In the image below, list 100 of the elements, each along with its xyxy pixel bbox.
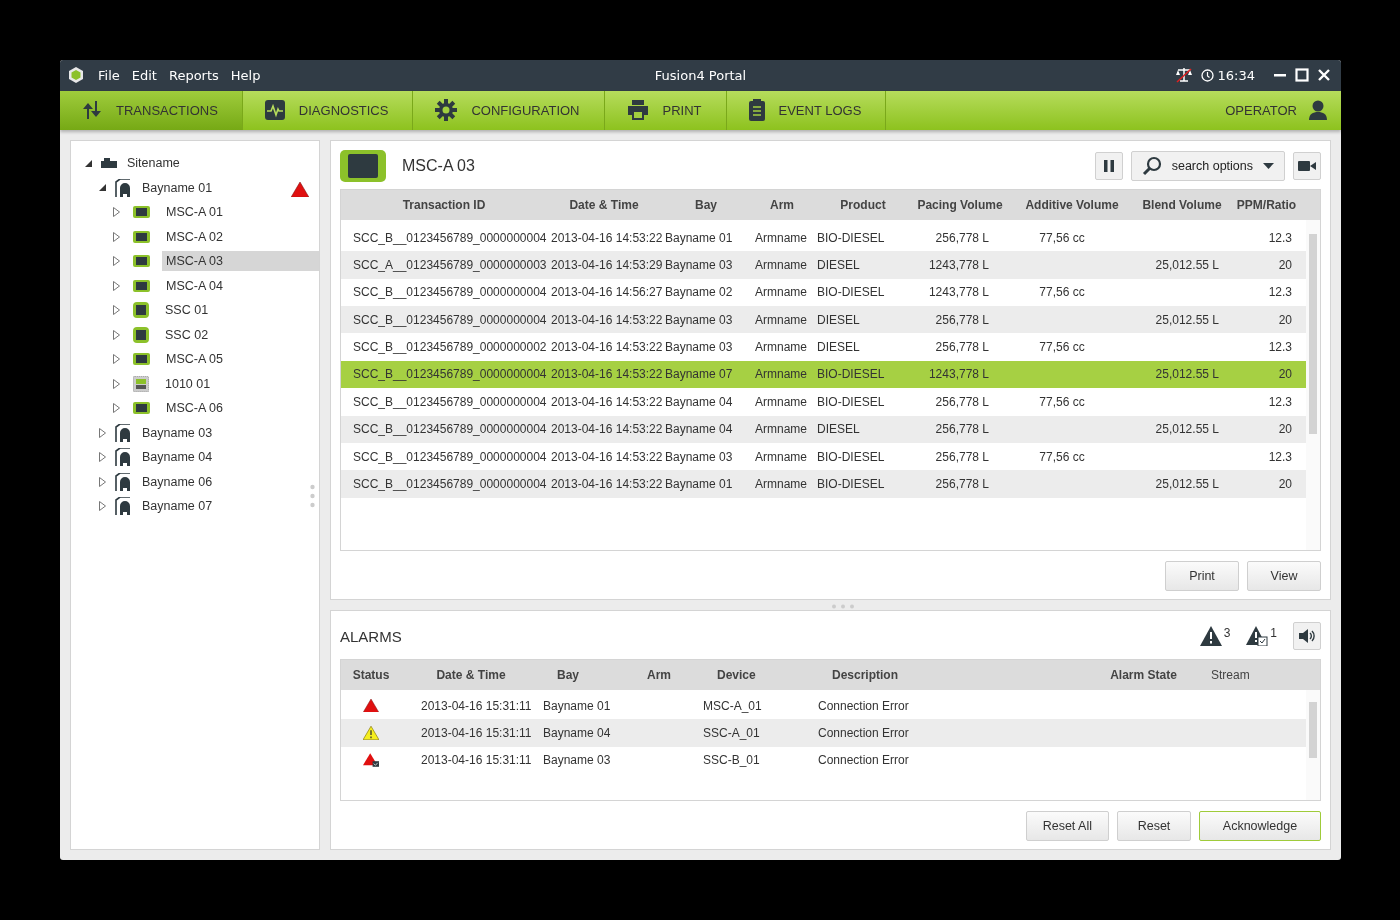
column-header[interactable]: Bay (541, 668, 641, 682)
expand-arrow-icon[interactable] (112, 329, 120, 340)
table-row[interactable]: SCC_B__0123456789_0000000004 2013-04-16 14:53:22 Bayname 03 Armname BIO-DIESEL 256,778 L 77,56 cc 12.3 (341, 442, 1306, 471)
table-row[interactable]: SCC_B__0123456789_0000000004 2013-04-16 14:53:22 Bayname 04 Armname BIO-DIESEL 256,778 L 77,56 cc 12.3 (341, 388, 1306, 416)
resize-grip-icon[interactable] (830, 604, 855, 609)
scrollbar[interactable] (1306, 690, 1320, 800)
tree-item[interactable]: Bayname 04 (138, 447, 217, 468)
alarm-count-icon (1199, 626, 1222, 646)
toolbar-tab[interactable]: DIAGNOSTICS (242, 90, 414, 130)
maximize-button[interactable] (1295, 68, 1309, 83)
toolbar-tab[interactable]: EVENT LOGS (726, 90, 887, 130)
tree-item[interactable]: MSC-A 04 (162, 275, 227, 296)
scrollbar[interactable] (1306, 219, 1320, 550)
column-header[interactable]: PPM/Ratio (1227, 197, 1306, 212)
column-header[interactable]: Date & Time (401, 668, 541, 682)
tree-item[interactable]: Sitename (123, 153, 184, 174)
collapse-arrow-icon[interactable] (84, 159, 92, 167)
action-button[interactable]: Acknowledge (1199, 811, 1321, 841)
tree-item[interactable]: MSC-A 05 (162, 349, 227, 370)
column-header[interactable]: Arm (751, 197, 813, 212)
column-header[interactable]: Description (816, 668, 1086, 682)
bay-icon (115, 423, 132, 442)
expand-arrow-icon[interactable] (112, 280, 120, 291)
table-row[interactable]: SCC_B__0123456789_0000000004 2013-04-16 14:53:22 Bayname 07 Armname BIO-DIESEL 1243,778 L 25,012.55 L 20 (341, 360, 1306, 389)
camera-button[interactable] (1293, 151, 1321, 180)
expand-arrow-icon[interactable] (112, 378, 120, 389)
table-cell-text: SCC_B__0123456789_0000000004 (352, 477, 547, 492)
column-header[interactable]: Additive Volume (1007, 197, 1137, 212)
tree-item[interactable]: Bayname 03 (138, 422, 217, 443)
action-button[interactable]: Print (1165, 561, 1239, 591)
sound-button[interactable] (1293, 622, 1321, 650)
column-header[interactable]: Product (813, 197, 913, 212)
tree-item[interactable]: MSC-A 06 (162, 398, 227, 419)
expand-arrow-icon[interactable] (98, 452, 106, 463)
tree-item[interactable]: SSC 02 (161, 324, 213, 345)
toolbar-tab[interactable]: PRINT (604, 90, 727, 130)
table-cell-text: DIESEL (816, 340, 861, 355)
tree-item[interactable]: Bayname 06 (138, 471, 217, 492)
tree-item[interactable]: SSC 01 (161, 300, 213, 321)
table-row[interactable]: SCC_A__0123456789_0000000003 2013-04-16 14:53:29 Bayname 03 Armname DIESEL 1243,778 L 25,012.55 L 20 (341, 251, 1306, 279)
expand-arrow-icon[interactable] (112, 256, 120, 267)
table-cell-text: BIO-DIESEL (816, 394, 886, 409)
pause-button[interactable] (1094, 151, 1123, 180)
expand-arrow-icon[interactable] (98, 427, 106, 438)
table-cell-text: 2013-04-16 15:31:11 (420, 753, 533, 768)
tree-item[interactable]: Bayname 07 (138, 496, 217, 517)
action-button[interactable]: Reset (1117, 811, 1191, 841)
menu-item[interactable]: Edit (125, 67, 163, 83)
tree-item[interactable]: 1010 01 (161, 373, 215, 394)
toolbar-tab[interactable]: CONFIGURATION (413, 90, 605, 130)
column-header[interactable]: Blend Volume (1137, 197, 1227, 212)
table-cell-text: 25,012.55 L (1154, 422, 1220, 437)
user-icon[interactable] (1309, 100, 1327, 121)
table-row[interactable]: SCC_B__0123456789_0000000004 2013-04-16 14:53:22 Bayname 01 Armname BIO-DIESEL 256,778 L 77,56 cc 12.3 (341, 223, 1306, 252)
table-cell-text: Connection Error (817, 726, 910, 741)
search-icon (1141, 155, 1162, 176)
expand-arrow-icon[interactable] (112, 231, 120, 242)
table-cell-text: SCC_B__0123456789_0000000004 (352, 230, 547, 245)
column-header[interactable]: Pacing Volume (913, 197, 1007, 212)
column-header[interactable]: Device (701, 668, 816, 682)
menu-item[interactable]: Help (224, 67, 267, 83)
expand-arrow-icon[interactable] (98, 501, 106, 512)
table-cell-text: 12.3 (1267, 285, 1293, 300)
table-cell-text: 20 (1277, 257, 1293, 272)
action-button[interactable]: View (1247, 561, 1321, 591)
tree-item[interactable]: MSC-A 01 (162, 202, 227, 223)
table-cell-text: Bayname 03 (542, 753, 612, 768)
tree-item[interactable]: MSC-A 03 (162, 251, 319, 272)
expand-arrow-icon[interactable] (112, 207, 120, 218)
close-button[interactable] (1317, 68, 1331, 83)
column-header[interactable]: Status (341, 668, 401, 682)
controller-icon (133, 302, 149, 319)
table-cell-text: Bayname 01 (664, 230, 734, 245)
column-header[interactable]: Alarm State (1086, 668, 1201, 682)
resize-grip-icon[interactable] (310, 484, 315, 508)
collapse-arrow-icon[interactable] (98, 184, 106, 192)
column-header[interactable]: Date & Time (547, 197, 661, 212)
expand-arrow-icon[interactable] (112, 305, 120, 316)
table-row[interactable]: SCC_B__0123456789_0000000004 2013-04-16 14:56:27 Bayname 02 Armname BIO-DIESEL 1243,778 L 77,56 cc 12.3 (341, 278, 1306, 306)
expand-arrow-icon[interactable] (98, 476, 106, 487)
menu-item[interactable]: Reports (162, 67, 225, 83)
column-header[interactable]: Stream (1201, 668, 1306, 682)
table-row[interactable]: SCC_B__0123456789_0000000002 2013-04-16 14:53:22 Bayname 03 Armname DIESEL 256,778 L 77,56 cc 12.3 (341, 333, 1306, 361)
table-row[interactable]: SCC_B__0123456789_0000000004 2013-04-16 14:53:22 Bayname 04 Armname DIESEL 256,778 L 25,012.55 L 20 (341, 415, 1306, 443)
search-options-button[interactable]: search options (1130, 150, 1285, 181)
toolbar-tab[interactable]: TRANSACTIONS (60, 90, 243, 130)
expand-arrow-icon[interactable] (112, 354, 120, 365)
table-cell-text: 25,012.55 L (1154, 312, 1220, 327)
table-cell-text: 12.3 (1267, 230, 1293, 245)
action-button[interactable]: Reset All (1025, 811, 1109, 841)
expand-arrow-icon[interactable] (112, 403, 120, 414)
table-row[interactable]: SCC_B__0123456789_0000000004 2013-04-16 14:53:22 Bayname 01 Armname BIO-DIESEL 256,778 L 25,012.55 L 20 (341, 470, 1306, 498)
tree-item[interactable]: MSC-A 02 (162, 226, 227, 247)
table-row[interactable]: SCC_B__0123456789_0000000004 2013-04-16 14:53:22 Bayname 03 Armname DIESEL 256,778 L 25,012.55 L 20 (341, 306, 1306, 334)
tree-item[interactable]: Bayname 01 (138, 177, 217, 198)
menu-item[interactable]: File (92, 67, 126, 83)
column-header[interactable]: Bay (661, 197, 751, 212)
column-header[interactable]: Arm (641, 668, 701, 682)
alarm-icon (291, 181, 309, 197)
column-header[interactable]: Transaction ID (341, 197, 547, 212)
